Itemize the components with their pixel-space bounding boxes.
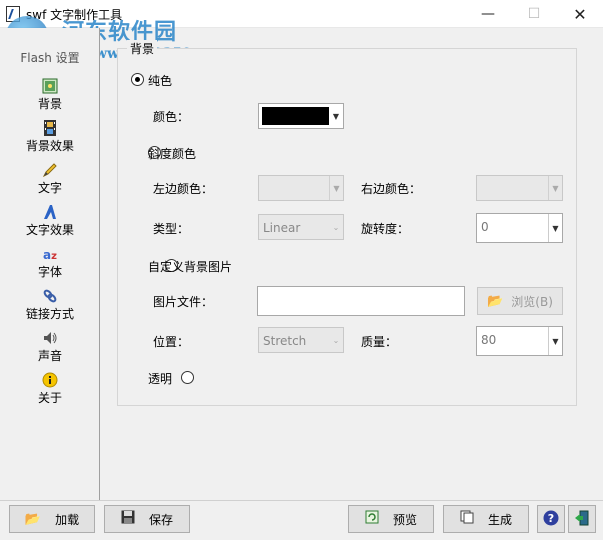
quality-value: 80 [481,333,497,347]
chevron-down-icon: ▼ [548,327,562,355]
maximize-button[interactable]: ☐ [511,0,557,28]
sidebar-item-sound[interactable]: 声音 [0,328,100,368]
chevron-down-icon: ⌄ [332,222,340,232]
chevron-down-icon: ⌄ [332,335,340,345]
gradient-label: 斜度颜色 [148,147,197,161]
sidebar-item-text-effects[interactable]: 文字效果 [0,202,100,242]
preview-button[interactable]: 预览 [348,505,434,533]
sidebar-item-label: 字体 [37,265,62,279]
image-position-select[interactable]: Stretch ⌄ [258,327,344,353]
sidebar-item-background-effects[interactable]: 背景效果 [0,118,100,158]
right-color-label: 右边颜色： [361,182,422,196]
custom-image-label: 自定义背景图片 [148,260,233,274]
exit-icon [574,510,590,529]
solid-color-label: 纯色 [148,74,173,88]
save-label: 保存 [148,512,173,527]
sidebar-item-text[interactable]: 文字 [0,160,100,200]
chevron-down-icon: ▼ [548,214,562,242]
load-button[interactable]: 📂 加载 [9,505,95,533]
sidebar-item-label: 链接方式 [25,307,74,321]
generate-label: 生成 [487,512,512,527]
gradient-type-value: Linear [263,221,301,235]
generate-button[interactable]: 生成 [443,505,529,533]
browse-label: 浏览(B) [511,294,553,309]
sidebar-item-label: 关于 [37,391,62,405]
pages-icon [460,510,474,528]
position-label: 位置： [153,335,190,349]
minimize-button[interactable]: — [465,0,511,28]
type-label: 类型： [153,222,190,236]
color-label: 颜色： [153,110,190,124]
speaker-icon [41,330,59,348]
sidebar-item-about[interactable]: 关于 [0,370,100,410]
quality-spinner[interactable]: 80 ▼ [476,326,563,356]
open-folder-icon: 📂 [24,511,42,527]
color-picker[interactable]: ▼ [258,103,344,129]
sidebar: Flash 设置 背景 背景效果 文字 文字效果 az 字体 链接方式 声音 关… [0,28,100,500]
gradient-type-select[interactable]: Linear ⌄ [258,214,344,240]
rotation-spinner[interactable]: 0 ▼ [476,213,563,243]
left-color-label: 左边颜色： [153,182,214,196]
info-icon [41,372,59,390]
link-icon [41,288,59,306]
font-icon: az [43,248,57,262]
image-file-input[interactable] [257,286,465,316]
background-icon [41,78,59,96]
rotation-value: 0 [481,220,489,234]
sidebar-item-label: 文字效果 [25,223,74,237]
sidebar-item-font[interactable]: az 字体 [0,244,100,284]
close-button[interactable]: ✕ [557,0,603,28]
sidebar-item-flash-settings[interactable]: Flash 设置 [0,50,100,70]
sidebar-item-label: 背景效果 [25,139,74,153]
browse-button[interactable]: 📂 浏览(B) [477,287,563,315]
color-swatch [262,107,329,125]
left-color-picker[interactable]: ▼ [258,175,344,201]
quality-label: 质量： [361,335,398,349]
chevron-down-icon: ▼ [329,176,343,200]
preview-label: 预览 [392,512,417,527]
preview-icon [365,510,379,528]
solid-color-radio[interactable] [131,73,144,86]
group-title: 背景 [127,40,158,57]
image-position-value: Stretch [263,334,307,348]
sidebar-item-label: 背景 [37,97,62,111]
image-file-label: 图片文件： [153,295,214,309]
exit-button[interactable] [568,505,596,533]
save-button[interactable]: 保存 [104,505,190,533]
sidebar-item-background[interactable]: 背景 [0,76,100,116]
sidebar-item-label: 声音 [37,349,62,363]
sidebar-item-label: 文字 [37,181,62,195]
help-button[interactable]: ? [537,505,565,533]
chevron-down-icon: ▼ [332,111,340,121]
film-icon [41,120,59,138]
load-label: 加载 [55,512,80,527]
sidebar-item-link[interactable]: 链接方式 [0,286,100,326]
rotation-label: 旋转度： [361,222,410,236]
transparent-label: 透明 [148,372,173,386]
right-color-picker[interactable]: ▼ [476,175,563,201]
folder-icon: 📂 [487,293,504,309]
help-icon: ? [543,510,559,529]
svg-text:?: ? [548,512,554,525]
sidebar-item-label: Flash 设置 [20,51,80,65]
text-effect-icon [41,204,59,222]
pencil-icon [41,162,59,180]
floppy-disk-icon [121,510,135,528]
chevron-down-icon: ▼ [548,176,562,200]
